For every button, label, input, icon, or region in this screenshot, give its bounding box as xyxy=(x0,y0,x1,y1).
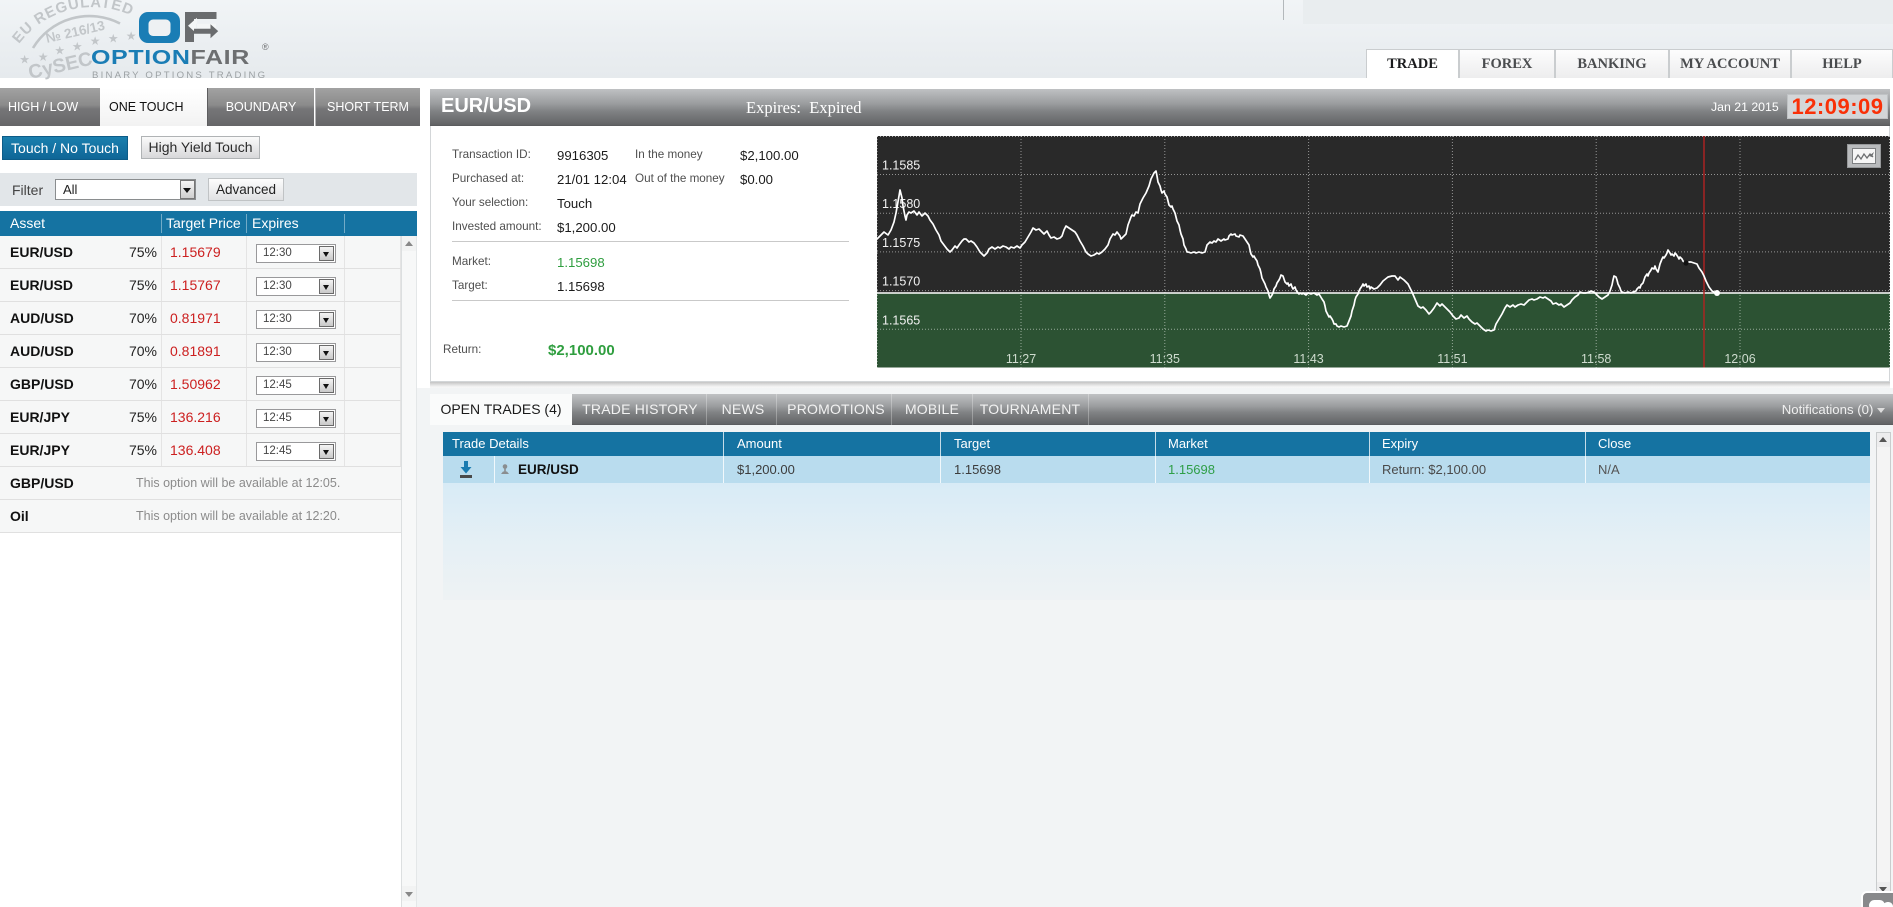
svg-text:★: ★ xyxy=(126,29,137,43)
svg-text:1.1575: 1.1575 xyxy=(882,236,920,250)
svg-text:★: ★ xyxy=(54,44,65,58)
svg-text:1.1580: 1.1580 xyxy=(882,197,920,211)
svg-text:★: ★ xyxy=(19,52,30,66)
svg-text:OPTIONFAIR: OPTIONFAIR xyxy=(91,45,250,68)
svg-text:★: ★ xyxy=(38,50,49,64)
svg-text:1.1565: 1.1565 xyxy=(882,313,920,327)
svg-text:11:51: 11:51 xyxy=(1437,352,1467,366)
svg-text:BINARY OPTIONS TRADING: BINARY OPTIONS TRADING xyxy=(92,70,267,81)
svg-text:®: ® xyxy=(262,42,269,52)
svg-text:★: ★ xyxy=(72,39,83,53)
svg-text:★: ★ xyxy=(108,31,119,45)
svg-text:1.1570: 1.1570 xyxy=(882,275,920,289)
svg-text:11:27: 11:27 xyxy=(1006,352,1036,366)
svg-text:1.1585: 1.1585 xyxy=(882,159,920,173)
svg-text:11:58: 11:58 xyxy=(1581,352,1611,366)
svg-text:12:06: 12:06 xyxy=(1724,352,1755,366)
svg-text:11:43: 11:43 xyxy=(1293,352,1323,366)
svg-text:11:35: 11:35 xyxy=(1150,352,1180,366)
